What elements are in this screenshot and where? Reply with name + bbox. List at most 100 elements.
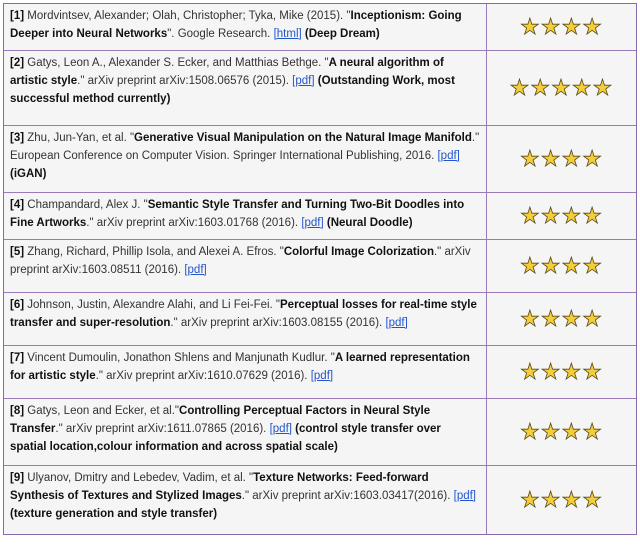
reference-link[interactable]: [pdf] bbox=[292, 75, 314, 87]
reference-venue: ." arXiv preprint arXiv:1610.07629 (2016… bbox=[95, 370, 311, 382]
star-rating: ★ ★ ★ ★ bbox=[486, 126, 636, 192]
reference-link[interactable]: [pdf] bbox=[270, 423, 292, 435]
reference-row: [7] Vincent Dumoulin, Jonathon Shlens an… bbox=[4, 345, 636, 398]
star-icon: ★ bbox=[561, 146, 583, 171]
star-rating: ★ ★ ★ ★ ★ bbox=[486, 51, 636, 125]
reference-authors: Ulyanov, Dmitry and Lebedev, Vadim, et a… bbox=[24, 472, 254, 484]
reference-authors: Gatys, Leon A., Alexander S. Ecker, and … bbox=[24, 57, 329, 69]
reference-text: [6] Johnson, Justin, Alexandre Alahi, an… bbox=[4, 293, 486, 345]
star-icon: ★ bbox=[520, 14, 541, 39]
reference-number: [1] bbox=[10, 10, 25, 22]
reference-row: [4] Champandard, Alex J. "Semantic Style… bbox=[4, 192, 636, 239]
reference-title: Generative Visual Manipulation on the Na… bbox=[134, 132, 472, 144]
star-rating: ★ ★ ★ ★ bbox=[486, 399, 636, 465]
star-icon: ★ bbox=[571, 75, 593, 100]
star-icon: ★ bbox=[540, 487, 562, 512]
star-icon: ★ bbox=[561, 359, 583, 384]
star-icon: ★ bbox=[520, 253, 541, 278]
reference-link[interactable]: [pdf] bbox=[301, 217, 323, 229]
reference-note: (Neural Doodle) bbox=[326, 217, 413, 229]
star-icon: ★ bbox=[520, 419, 541, 444]
star-icon: ★ bbox=[540, 203, 562, 228]
reference-link[interactable]: [pdf] bbox=[454, 490, 476, 502]
reference-text: [7] Vincent Dumoulin, Jonathon Shlens an… bbox=[4, 346, 486, 398]
reference-authors: Gatys, Leon and Ecker, et al." bbox=[24, 405, 180, 417]
reference-number: [7] bbox=[10, 352, 25, 364]
star-rating: ★ ★ ★ ★ bbox=[486, 293, 636, 345]
reference-link[interactable]: [pdf] bbox=[437, 150, 459, 162]
star-icon: ★ bbox=[561, 253, 583, 278]
references-table: [1] Mordvintsev, Alexander; Olah, Christ… bbox=[3, 3, 637, 535]
reference-text: [2] Gatys, Leon A., Alexander S. Ecker, … bbox=[4, 51, 486, 125]
star-rating: ★ ★ ★ ★ bbox=[486, 4, 636, 50]
reference-link[interactable]: [pdf] bbox=[184, 264, 206, 276]
reference-venue: ." arXiv preprint arXiv:1508.06576 (2015… bbox=[77, 75, 293, 87]
star-icon: ★ bbox=[582, 419, 603, 444]
reference-venue: ." arXiv preprint arXiv:1603.01768 (2016… bbox=[86, 217, 302, 229]
star-icon: ★ bbox=[582, 203, 603, 228]
star-icon: ★ bbox=[561, 487, 583, 512]
star-rating: ★ ★ ★ ★ bbox=[486, 240, 636, 292]
star-icon: ★ bbox=[530, 75, 552, 100]
star-icon: ★ bbox=[551, 75, 572, 100]
star-icon: ★ bbox=[540, 359, 562, 384]
star-icon: ★ bbox=[540, 14, 562, 39]
reference-text: [5] Zhang, Richard, Phillip Isola, and A… bbox=[4, 240, 486, 292]
reference-row: [6] Johnson, Justin, Alexandre Alahi, an… bbox=[4, 292, 636, 345]
reference-row: [5] Zhang, Richard, Phillip Isola, and A… bbox=[4, 239, 636, 292]
reference-text: [9] Ulyanov, Dmitry and Lebedev, Vadim, … bbox=[4, 466, 486, 534]
star-icon: ★ bbox=[582, 306, 603, 331]
reference-number: [6] bbox=[10, 299, 25, 311]
reference-note: (texture generation and style transfer) bbox=[10, 508, 218, 520]
star-icon: ★ bbox=[582, 359, 603, 384]
reference-authors: Champandard, Alex J. " bbox=[24, 199, 148, 211]
reference-text: [4] Champandard, Alex J. "Semantic Style… bbox=[4, 193, 486, 239]
reference-venue: ". Google Research. bbox=[167, 28, 274, 40]
star-icon: ★ bbox=[582, 14, 603, 39]
reference-venue: ." arXiv preprint arXiv:1603.03417(2016)… bbox=[241, 490, 454, 502]
star-icon: ★ bbox=[520, 146, 541, 171]
reference-row: [3] Zhu, Jun-Yan, et al. "Generative Vis… bbox=[4, 125, 636, 192]
star-icon: ★ bbox=[520, 306, 541, 331]
star-icon: ★ bbox=[561, 306, 583, 331]
star-rating: ★ ★ ★ ★ bbox=[486, 193, 636, 239]
reference-note: (Deep Dream) bbox=[304, 28, 380, 40]
reference-authors: Zhang, Richard, Phillip Isola, and Alexe… bbox=[24, 246, 284, 258]
star-rating: ★ ★ ★ ★ bbox=[486, 346, 636, 398]
reference-note: (iGAN) bbox=[10, 168, 47, 180]
star-icon: ★ bbox=[582, 253, 603, 278]
reference-link[interactable]: [html] bbox=[274, 28, 302, 40]
reference-link[interactable]: [pdf] bbox=[311, 370, 333, 382]
reference-number: [2] bbox=[10, 57, 25, 69]
star-icon: ★ bbox=[592, 75, 614, 100]
star-rating: ★ ★ ★ ★ bbox=[486, 466, 636, 534]
reference-venue: ." arXiv preprint arXiv:1611.07865 (2016… bbox=[55, 423, 270, 435]
reference-number: [9] bbox=[10, 472, 25, 484]
reference-link[interactable]: [pdf] bbox=[385, 317, 407, 329]
reference-row: [8] Gatys, Leon and Ecker, et al."Contro… bbox=[4, 398, 636, 465]
reference-authors: Johnson, Justin, Alexandre Alahi, and Li… bbox=[24, 299, 281, 311]
star-icon: ★ bbox=[582, 487, 603, 512]
reference-row: [9] Ulyanov, Dmitry and Lebedev, Vadim, … bbox=[4, 465, 636, 534]
reference-row: [1] Mordvintsev, Alexander; Olah, Christ… bbox=[4, 4, 636, 50]
reference-authors: Zhu, Jun-Yan, et al. " bbox=[24, 132, 135, 144]
reference-title: Colorful Image Colorization bbox=[283, 246, 434, 258]
reference-authors: Mordvintsev, Alexander; Olah, Christophe… bbox=[24, 10, 351, 22]
star-icon: ★ bbox=[540, 306, 562, 331]
star-icon: ★ bbox=[561, 203, 583, 228]
star-icon: ★ bbox=[520, 487, 541, 512]
star-icon: ★ bbox=[520, 359, 541, 384]
reference-number: [5] bbox=[10, 246, 25, 258]
reference-text: [1] Mordvintsev, Alexander; Olah, Christ… bbox=[4, 4, 486, 50]
star-icon: ★ bbox=[540, 419, 562, 444]
star-icon: ★ bbox=[540, 253, 562, 278]
star-icon: ★ bbox=[540, 146, 562, 171]
reference-text: [3] Zhu, Jun-Yan, et al. "Generative Vis… bbox=[4, 126, 486, 192]
reference-number: [8] bbox=[10, 405, 25, 417]
reference-text: [8] Gatys, Leon and Ecker, et al."Contro… bbox=[4, 399, 486, 465]
reference-authors: Vincent Dumoulin, Jonathon Shlens and Ma… bbox=[24, 352, 335, 364]
star-icon: ★ bbox=[561, 14, 583, 39]
reference-venue: ." arXiv preprint arXiv:1603.08155 (2016… bbox=[170, 317, 386, 329]
reference-number: [3] bbox=[10, 132, 25, 144]
star-icon: ★ bbox=[561, 419, 583, 444]
